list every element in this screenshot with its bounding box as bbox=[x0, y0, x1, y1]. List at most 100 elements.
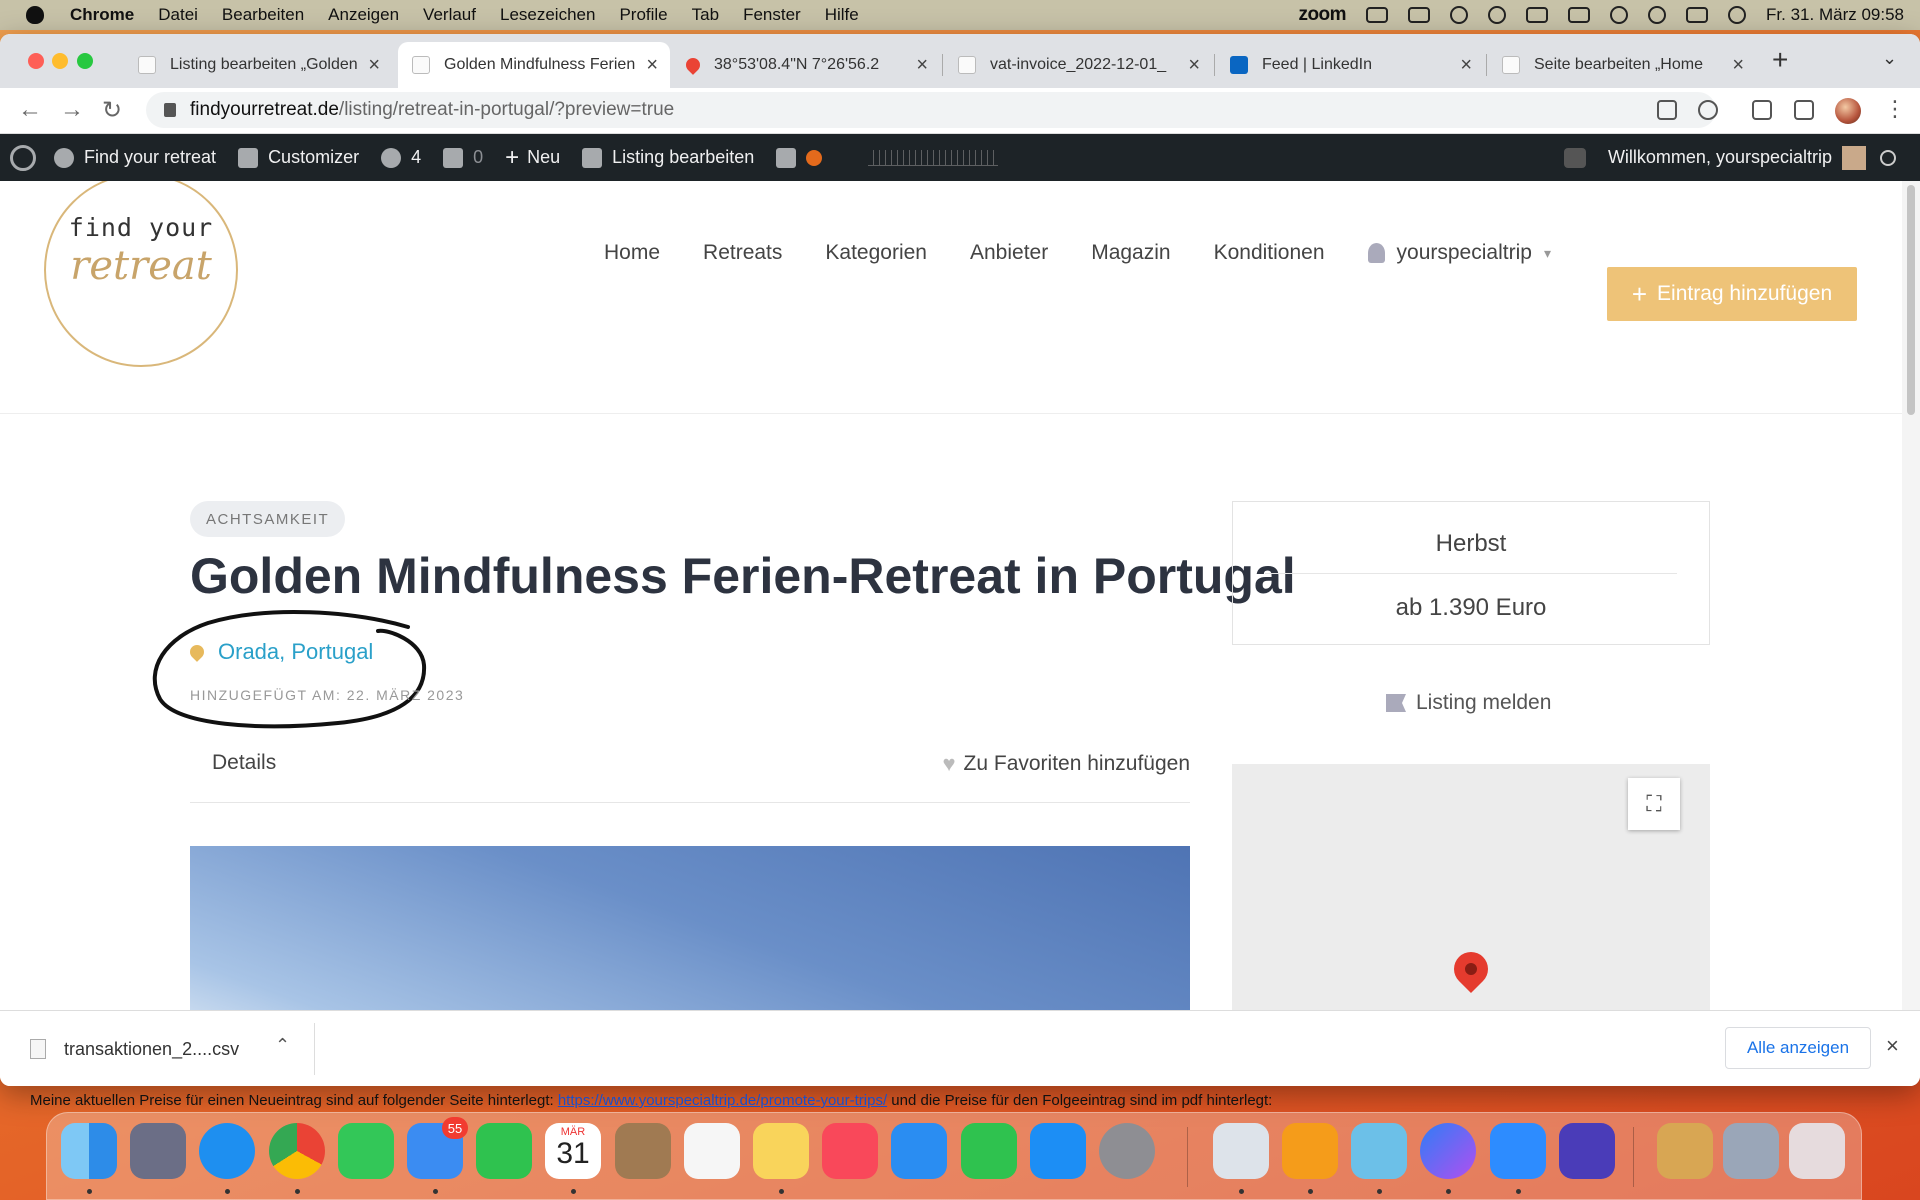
facetime-icon[interactable] bbox=[476, 1123, 532, 1179]
location-map[interactable]: ⛶ bbox=[1232, 764, 1710, 1044]
menu-bearbeiten[interactable]: Bearbeiten bbox=[222, 5, 304, 25]
site-logo[interactable]: find your retreat bbox=[44, 181, 238, 367]
map-marker-icon[interactable] bbox=[1446, 944, 1496, 994]
scrollbar-thumb[interactable] bbox=[1907, 185, 1915, 415]
wp-comments-link[interactable]: 0 bbox=[443, 147, 483, 168]
notes-icon[interactable] bbox=[753, 1123, 809, 1179]
wordpress-logo-icon[interactable] bbox=[10, 144, 36, 171]
screenshot-stack-icon[interactable] bbox=[1723, 1123, 1779, 1179]
zoom-app-icon[interactable] bbox=[1490, 1123, 1546, 1179]
menu-hilfe[interactable]: Hilfe bbox=[825, 5, 859, 25]
wp-updates-link[interactable]: 4 bbox=[381, 147, 421, 168]
menu-fenster[interactable]: Fenster bbox=[743, 5, 801, 25]
nav-anbieter[interactable]: Anbieter bbox=[970, 241, 1048, 265]
nav-kategorien[interactable]: Kategorien bbox=[825, 241, 927, 265]
finder-icon[interactable] bbox=[61, 1123, 117, 1179]
nav-retreats[interactable]: Retreats bbox=[703, 241, 782, 265]
tab-golden-mindfulness[interactable]: Golden Mindfulness Ferien × bbox=[398, 42, 670, 88]
add-entry-button[interactable]: + Eintrag hinzufügen bbox=[1607, 267, 1857, 321]
pages-icon[interactable] bbox=[1282, 1123, 1338, 1179]
profile-avatar[interactable] bbox=[1835, 98, 1861, 124]
forward-arrow-icon[interactable]: → bbox=[60, 96, 84, 124]
tab-close-icon[interactable]: × bbox=[368, 54, 380, 77]
maps-icon[interactable] bbox=[1351, 1123, 1407, 1179]
menu-datei[interactable]: Datei bbox=[158, 5, 198, 25]
messenger-icon[interactable] bbox=[1420, 1123, 1476, 1179]
keynote-icon[interactable] bbox=[891, 1123, 947, 1179]
imovie-icon[interactable] bbox=[1559, 1123, 1615, 1179]
tab-linkedin-feed[interactable]: Feed | LinkedIn × bbox=[1216, 42, 1484, 88]
screen-mirroring-icon[interactable] bbox=[1526, 7, 1549, 23]
reload-icon[interactable]: ↻ bbox=[102, 96, 122, 125]
menu-verlauf[interactable]: Verlauf bbox=[423, 5, 476, 25]
new-tab-icon[interactable]: + bbox=[1772, 44, 1788, 76]
tab-close-icon[interactable]: × bbox=[916, 54, 928, 77]
tab-listing-bearbeiten[interactable]: Listing bearbeiten „Golden × bbox=[124, 42, 392, 88]
tab-search-chevron-icon[interactable]: ⌄ bbox=[1882, 48, 1897, 69]
background-text-link[interactable]: https://www.yourspecialtrip.de/promote-y… bbox=[558, 1092, 887, 1109]
nav-user-menu[interactable]: yourspecialtrip ▾ bbox=[1367, 241, 1551, 265]
wp-customizer-link[interactable]: Customizer bbox=[238, 147, 359, 168]
tab-seite-bearbeiten[interactable]: Seite bearbeiten „Home × bbox=[1488, 42, 1756, 88]
wp-edit-listing-link[interactable]: Listing bearbeiten bbox=[582, 147, 754, 168]
downloads-stack-icon[interactable] bbox=[1657, 1123, 1713, 1179]
report-listing-link[interactable]: Listing melden bbox=[1386, 691, 1551, 715]
wp-new-link[interactable]: + Neu bbox=[505, 144, 560, 172]
back-arrow-icon[interactable]: ← bbox=[18, 96, 42, 124]
wifi-icon[interactable] bbox=[1610, 6, 1629, 24]
app-status-icon[interactable] bbox=[1366, 7, 1389, 23]
tab-close-icon[interactable]: × bbox=[1188, 54, 1200, 77]
numbers-icon[interactable] bbox=[961, 1123, 1017, 1179]
wp-site-link[interactable]: Find your retreat bbox=[54, 147, 216, 168]
wd-drive-icon[interactable] bbox=[1408, 7, 1431, 23]
tab-vat-invoice[interactable]: vat-invoice_2022-12-01_ × bbox=[944, 42, 1212, 88]
window-zoom-button[interactable] bbox=[77, 53, 93, 69]
share-icon[interactable] bbox=[1657, 100, 1677, 120]
menu-tab[interactable]: Tab bbox=[692, 5, 719, 25]
menu-app-name[interactable]: Chrome bbox=[70, 5, 134, 25]
creative-cloud-icon[interactable] bbox=[1450, 6, 1469, 24]
trash-icon[interactable] bbox=[1789, 1123, 1845, 1179]
battery-icon[interactable] bbox=[1568, 7, 1591, 23]
bookmark-star-icon[interactable] bbox=[1698, 100, 1718, 120]
nav-konditionen[interactable]: Konditionen bbox=[1214, 241, 1325, 265]
spotlight-search-icon[interactable] bbox=[1648, 6, 1667, 24]
safari-icon[interactable] bbox=[199, 1123, 255, 1179]
map-fullscreen-button[interactable]: ⛶ bbox=[1628, 778, 1680, 830]
menu-anzeigen[interactable]: Anzeigen bbox=[328, 5, 399, 25]
chevron-up-icon[interactable]: ⌃ bbox=[275, 1035, 290, 1056]
notifications-icon[interactable] bbox=[1563, 147, 1586, 168]
tab-close-icon[interactable]: × bbox=[646, 54, 658, 77]
address-bar[interactable]: findyourretreat.de /listing/retreat-in-p… bbox=[146, 92, 1716, 128]
window-minimize-button[interactable] bbox=[52, 53, 68, 69]
contacts-icon[interactable] bbox=[615, 1123, 671, 1179]
extensions-puzzle-icon[interactable] bbox=[1752, 100, 1772, 120]
app-store-icon[interactable] bbox=[1030, 1123, 1086, 1179]
user-avatar[interactable] bbox=[1842, 145, 1866, 170]
nav-home[interactable]: Home bbox=[604, 241, 660, 265]
nav-magazin[interactable]: Magazin bbox=[1091, 241, 1170, 265]
calendar-icon[interactable]: MÄR 31 bbox=[545, 1123, 601, 1179]
category-badge[interactable]: ACHTSAMKEIT bbox=[190, 501, 346, 537]
menu-bar-clock[interactable]: Fr. 31. März 09:58 bbox=[1766, 5, 1904, 25]
apple-icon[interactable] bbox=[26, 6, 44, 24]
wp-greeting[interactable]: Willkommen, yourspecialtrip bbox=[1608, 147, 1832, 168]
zoom-status-icon[interactable]: zoom bbox=[1298, 4, 1346, 26]
bluetooth-icon[interactable] bbox=[1488, 6, 1507, 24]
yoast-seo-menu[interactable] bbox=[776, 147, 823, 168]
close-download-bar-icon[interactable]: × bbox=[1886, 1033, 1899, 1059]
tab-google-maps[interactable]: 38°53'08.4"N 7°26'56.2 × bbox=[672, 42, 940, 88]
preview-icon[interactable] bbox=[1213, 1123, 1269, 1179]
show-all-downloads-button[interactable]: Alle anzeigen bbox=[1725, 1027, 1871, 1069]
siri-icon[interactable] bbox=[1728, 6, 1747, 24]
menu-lesezeichen[interactable]: Lesezeichen bbox=[500, 5, 595, 25]
tab-close-icon[interactable]: × bbox=[1732, 54, 1744, 77]
page-scrollbar[interactable] bbox=[1902, 181, 1920, 1044]
download-item[interactable]: transaktionen_2....csv bbox=[64, 1039, 239, 1060]
chrome-icon[interactable] bbox=[269, 1123, 325, 1179]
add-to-favorites-link[interactable]: ♥ Zu Favoriten hinzufügen bbox=[942, 751, 1190, 777]
lock-icon[interactable] bbox=[164, 103, 176, 117]
more-menu-icon[interactable]: ⋮ bbox=[1884, 96, 1906, 122]
music-icon[interactable] bbox=[822, 1123, 878, 1179]
menu-profile[interactable]: Profile bbox=[619, 5, 667, 25]
